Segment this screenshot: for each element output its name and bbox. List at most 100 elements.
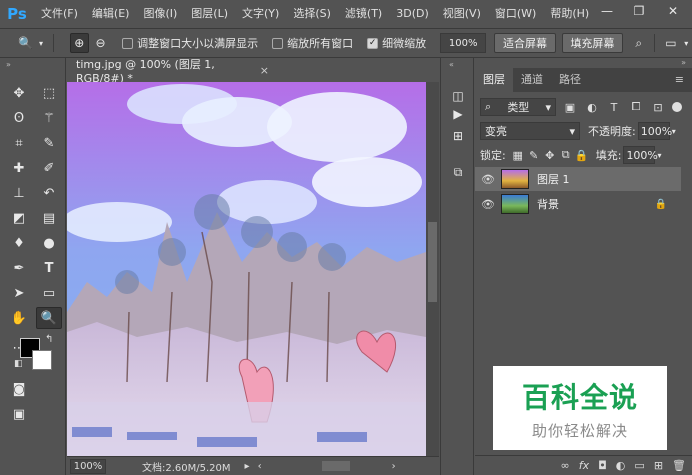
scroll-right-icon[interactable]: › <box>392 461 396 472</box>
chevron-down-icon[interactable]: ▾ <box>657 151 661 160</box>
quick-mask-icon[interactable]: ◙ <box>6 378 32 400</box>
adjustments-panel-icon[interactable]: ⧉ <box>448 162 468 182</box>
zoom-all-checkbox[interactable] <box>272 37 284 49</box>
properties-panel-icon[interactable]: ⊞ <box>448 126 468 146</box>
clone-stamp-icon[interactable]: ⊥ <box>6 182 32 204</box>
tab-layers[interactable]: 图层 <box>475 68 513 92</box>
fill-screen-button[interactable]: 填充屏幕 <box>561 33 624 53</box>
lock-position-icon[interactable]: ✥ <box>542 147 558 163</box>
type-tool-icon[interactable]: T <box>36 257 62 279</box>
resize-windows-checkbox[interactable] <box>122 37 134 49</box>
move-tool-icon[interactable]: ✥ <box>6 82 32 104</box>
resize-windows-option[interactable]: 调整窗口大小以满屏显示 <box>122 35 258 51</box>
pixel-filter-icon[interactable]: ▣ <box>562 99 578 115</box>
blur-tool-icon[interactable]: ♦ <box>6 232 32 254</box>
scrubby-zoom-option[interactable]: ✓ 细微缩放 <box>367 35 426 51</box>
minimize-icon[interactable]: — <box>594 0 620 22</box>
tab-channels[interactable]: 通道 <box>513 68 551 92</box>
history-panel-icon[interactable]: ◫ <box>448 86 468 106</box>
filter-toggle-icon[interactable] <box>672 102 682 112</box>
type-filter-icon[interactable]: T <box>606 99 622 115</box>
lock-artboard-icon[interactable]: ⧉ <box>558 147 574 163</box>
zoom-tool-icon[interactable]: 🔍 <box>16 33 35 53</box>
canvas[interactable] <box>62 82 439 456</box>
smart-object-filter-icon[interactable]: ⊡ <box>650 99 666 115</box>
menu-file[interactable]: 文件(F) <box>34 0 85 28</box>
path-select-icon[interactable]: ➤ <box>6 282 32 304</box>
status-menu-icon[interactable]: ▸ <box>245 461 250 472</box>
horizontal-scroll-thumb[interactable] <box>321 461 350 471</box>
adjustment-filter-icon[interactable]: ◐ <box>584 99 600 115</box>
chevron-down-icon[interactable]: ▾ <box>681 33 692 53</box>
lasso-tool-icon[interactable]: ʘ <box>6 107 32 129</box>
rectangle-tool-icon[interactable]: ▭ <box>36 282 62 304</box>
menu-help[interactable]: 帮助(H) <box>543 0 596 28</box>
zoom-all-option[interactable]: 缩放所有窗口 <box>272 35 353 51</box>
filter-kind-select[interactable]: ⌕ 类型 ▾ <box>480 98 556 116</box>
history-brush-icon[interactable]: ↶ <box>36 182 62 204</box>
zoom-percent-field[interactable]: 100% <box>440 33 487 53</box>
group-icon[interactable]: ▭ <box>634 459 644 472</box>
marquee-tool-icon[interactable]: ⬚ <box>36 82 62 104</box>
panel-menu-icon[interactable]: ≡ <box>675 68 692 92</box>
new-layer-icon[interactable]: ⊞ <box>654 459 663 472</box>
screen-mode-icon[interactable]: ▣ <box>6 403 32 425</box>
close-icon[interactable]: ✕ <box>660 0 686 22</box>
workspace-icon[interactable]: ▭ <box>661 33 680 53</box>
magic-wand-tool-icon[interactable]: ⚚ <box>36 107 62 129</box>
opacity-field[interactable]: 100% <box>637 122 672 140</box>
hand-tool-icon[interactable]: ✋ <box>6 307 32 329</box>
layer-mask-icon[interactable]: ◘ <box>598 459 607 472</box>
lock-transparent-icon[interactable]: ▦ <box>510 147 526 163</box>
blend-mode-select[interactable]: 变亮 ▾ <box>480 122 580 140</box>
crop-tool-icon[interactable]: ⌗ <box>6 132 32 154</box>
restore-icon[interactable]: ❐ <box>626 0 652 22</box>
fit-screen-button[interactable]: 适合屏幕 <box>494 33 556 53</box>
menu-layer[interactable]: 图层(L) <box>184 0 235 28</box>
eye-icon[interactable]: 👁 <box>475 198 501 211</box>
adjustment-layer-icon[interactable]: ◐ <box>616 459 626 472</box>
chevron-down-icon[interactable]: ▾ <box>35 33 47 53</box>
lock-pixels-icon[interactable]: ✎ <box>526 147 542 163</box>
scrubby-zoom-checkbox[interactable]: ✓ <box>367 37 379 49</box>
delete-layer-icon[interactable]: 🗑 <box>672 459 686 472</box>
chevron-down-icon[interactable]: ▾ <box>672 127 676 136</box>
zoom-out-icon[interactable]: ⊖ <box>91 33 110 53</box>
eye-icon[interactable]: 👁 <box>475 173 501 186</box>
layer-style-icon[interactable]: fx <box>579 459 589 472</box>
scroll-left-icon[interactable]: ‹ <box>258 461 262 472</box>
menu-3d[interactable]: 3D(D) <box>389 0 436 28</box>
expand-icon[interactable]: « <box>449 60 454 69</box>
brush-tool-icon[interactable]: ✐ <box>36 157 62 179</box>
vertical-scrollbar[interactable] <box>426 82 439 456</box>
menu-view[interactable]: 视图(V) <box>436 0 488 28</box>
healing-brush-icon[interactable]: ✚ <box>6 157 32 179</box>
eyedropper-tool-icon[interactable]: ✎ <box>36 132 62 154</box>
tab-paths[interactable]: 路径 <box>551 68 589 92</box>
menu-window[interactable]: 窗口(W) <box>488 0 543 28</box>
menu-filter[interactable]: 滤镜(T) <box>338 0 389 28</box>
zoom-in-icon[interactable]: ⊕ <box>69 33 89 53</box>
gradient-tool-icon[interactable]: ▤ <box>36 207 62 229</box>
scrollbar-thumb[interactable] <box>428 222 437 302</box>
menu-select[interactable]: 选择(S) <box>286 0 338 28</box>
menu-image[interactable]: 图像(I) <box>136 0 184 28</box>
lock-all-icon[interactable]: 🔒 <box>574 147 590 163</box>
menu-edit[interactable]: 编辑(E) <box>85 0 137 28</box>
eraser-tool-icon[interactable]: ◩ <box>6 207 32 229</box>
menu-type[interactable]: 文字(Y) <box>235 0 286 28</box>
pen-tool-icon[interactable]: ✒ <box>6 257 32 279</box>
default-colors-icon[interactable]: ◧ <box>14 359 23 369</box>
shape-filter-icon[interactable]: ⧠ <box>628 99 644 115</box>
search-icon[interactable]: ⌕ <box>629 33 648 53</box>
swap-colors-icon[interactable]: ↰ <box>45 334 53 345</box>
collapse-icon[interactable]: » <box>6 60 11 69</box>
link-layers-icon[interactable]: ∞ <box>561 459 570 472</box>
actions-panel-icon[interactable]: ▶ <box>448 104 468 124</box>
document-tab[interactable]: timg.jpg @ 100% (图层 1, RGB/8#) * × <box>67 58 269 85</box>
close-icon[interactable]: × <box>260 64 269 77</box>
zoom-level-field[interactable]: 100% <box>70 458 106 474</box>
background-color-swatch[interactable] <box>32 350 52 370</box>
dodge-tool-icon[interactable]: ● <box>36 232 62 254</box>
fill-field[interactable]: 100% <box>623 146 658 164</box>
